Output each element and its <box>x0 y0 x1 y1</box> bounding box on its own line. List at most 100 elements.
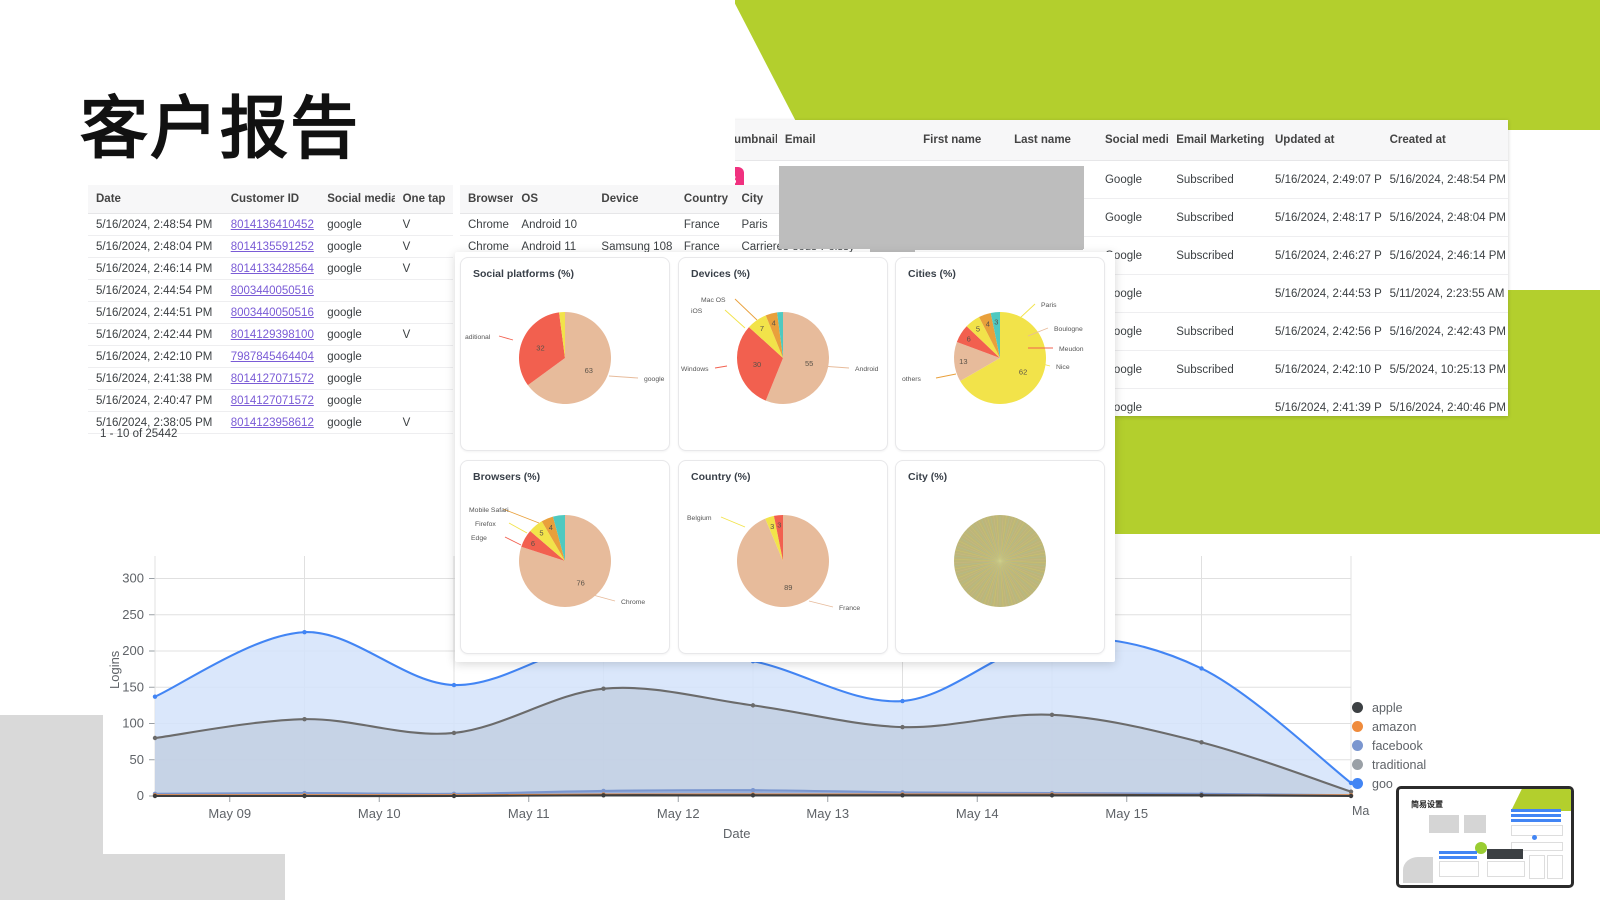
cell-customer-id[interactable]: 7987845464404 <box>223 351 320 363</box>
column-header-browser[interactable]: Browser <box>460 193 513 205</box>
legend-color-dot <box>1352 702 1363 713</box>
column-header-country[interactable]: Country <box>676 193 734 205</box>
cell-customer-id[interactable]: 8014127071572 <box>223 395 320 407</box>
cell-date: 5/16/2024, 2:44:51 PM <box>96 306 213 319</box>
pie-card-3[interactable]: Browsers (%) 76 6 5 4 Chrome Edge Firefox Mobile… <box>460 460 670 654</box>
column-header-social-media[interactable]: Social media <box>1097 134 1168 146</box>
series-point-traditional <box>152 735 158 741</box>
column-header-updated-at[interactable]: Updated at <box>1267 134 1382 146</box>
legend-label: goo <box>1372 776 1393 791</box>
pie-slice-value: 5 <box>976 325 980 334</box>
pip-bar-2 <box>1511 814 1561 817</box>
column-header-customer-id[interactable]: Customer ID <box>223 193 320 205</box>
pie-card-0[interactable]: Social platforms (%) 63 32 google aditional <box>460 257 670 451</box>
series-point-apple <box>750 793 756 798</box>
series-point-google <box>451 682 457 688</box>
column-header-created-at[interactable]: Created at <box>1382 134 1508 146</box>
pie-card-2[interactable]: Cities (%) 62 13 6 5 4 3 Paris Boulogne Meudon Nic… <box>895 257 1105 451</box>
pie-label: others <box>902 376 921 383</box>
table-row[interactable]: 5/16/2024, 2:40:47 PM 8014127071572 google <box>88 390 453 412</box>
pip-grid-1 <box>1429 815 1459 833</box>
y-tick-label: 300 <box>122 571 144 586</box>
pip-box-1 <box>1511 825 1563 836</box>
column-header-email[interactable]: Email <box>777 134 915 146</box>
table-row[interactable]: 5/16/2024, 2:41:38 PM 8014127071572 google <box>88 368 453 390</box>
cell-customer-id[interactable]: 8014127071572 <box>223 373 320 385</box>
cell-created-at: 5/16/2024, 2:40:46 PM <box>1389 401 1506 414</box>
cell-social-media: google <box>327 350 362 363</box>
table-row[interactable]: 5/16/2024, 2:42:10 PM 7987845464404 google <box>88 346 453 368</box>
cell-customer-id[interactable]: 8003440050516 <box>223 285 320 297</box>
column-header-date[interactable]: Date <box>88 193 223 205</box>
pie-svg <box>954 515 1046 607</box>
pie-card-5[interactable]: City (%) <box>895 460 1105 654</box>
column-header-last-name[interactable]: Last name <box>1006 134 1097 146</box>
pip-dark-box <box>1487 849 1523 859</box>
table-row[interactable]: 5/16/2024, 2:48:54 PM 8014136410452 google… <box>88 214 453 236</box>
table-row[interactable]: 5/16/2024, 2:44:51 PM 8003440050516 google <box>88 302 453 324</box>
pie-slice-value: 89 <box>784 583 792 592</box>
legend-item[interactable]: amazon <box>1352 717 1426 736</box>
cell-customer-id[interactable]: 8014123958612 <box>223 417 320 429</box>
pip-grey-shape <box>1403 857 1433 883</box>
pie-slice-value: 3 <box>770 522 774 531</box>
legend-color-dot <box>1352 740 1363 751</box>
pie-card-4[interactable]: Country (%) 89 3 3 France Belgium <box>678 460 888 654</box>
series-point-google <box>302 629 307 635</box>
cell-customer-id[interactable]: 8014135591252 <box>223 241 320 253</box>
column-header-first-name[interactable]: First name <box>915 134 1006 146</box>
pie-slice-value: 4 <box>772 318 776 327</box>
cell-customer-id[interactable]: 8014136410452 <box>223 219 320 231</box>
cell-updated-at: 5/16/2024, 2:42:56 PM <box>1275 325 1382 338</box>
table-row[interactable]: 5/16/2024, 2:42:44 PM 8014129398100 google… <box>88 324 453 346</box>
y-tick-label: 0 <box>137 788 144 803</box>
column-header-email-marketing[interactable]: Email Marketing <box>1168 134 1267 146</box>
cell-email-marketing: Subscribed <box>1176 211 1234 224</box>
pie-label: Windows <box>681 366 709 373</box>
column-header-os[interactable]: OS <box>513 193 593 205</box>
cell-social-media: Google <box>1104 211 1143 224</box>
pie-card-1[interactable]: Devices (%) 55 30 7 4 Android Windows iOS Mac OS <box>678 257 888 451</box>
legend-item[interactable]: apple <box>1352 698 1426 717</box>
cell-email-marketing: Subscribed <box>1176 249 1234 262</box>
cell-created-at: 5/11/2024, 2:23:55 AM <box>1389 287 1505 300</box>
pie-label: Boulogne <box>1054 326 1083 333</box>
grey-shape-bottom <box>100 852 285 900</box>
pie-label: Nice <box>1056 364 1070 371</box>
pie-label: aditional <box>465 334 491 341</box>
cell-social-media: google <box>327 372 362 385</box>
cell-customer-id[interactable]: 8014129398100 <box>223 329 320 341</box>
column-header-one-tap[interactable]: One tap <box>395 193 453 205</box>
column-header-social-media[interactable]: Social media <box>319 193 394 205</box>
cell-customer-id[interactable]: 8003440050516 <box>223 307 320 319</box>
pie-svg: 63 32 google aditional <box>465 312 665 404</box>
cell-created-at: 5/16/2024, 2:42:43 PM <box>1389 325 1506 338</box>
pie-slice-value: 3 <box>777 520 781 529</box>
legend-item[interactable]: traditional <box>1352 755 1426 774</box>
pip-thumbnail[interactable]: 简易设置 <box>1396 786 1574 888</box>
x-tick-label: May 10 <box>358 806 401 821</box>
cell-created-at: 5/16/2024, 2:48:04 PM <box>1389 211 1506 224</box>
pie-slice-value: 32 <box>536 343 544 352</box>
y-tick-label: 250 <box>122 607 144 622</box>
y-tick-label: 50 <box>130 752 144 767</box>
cell-updated-at: 5/16/2024, 2:44:53 PM <box>1275 287 1382 300</box>
cell-email-marketing: Subscribed <box>1176 363 1234 376</box>
pie-slice-value: 6 <box>967 335 971 344</box>
legend-label: apple <box>1372 700 1403 715</box>
series-point-traditional <box>1049 712 1055 717</box>
legend-label: traditional <box>1372 757 1427 772</box>
series-point-google <box>900 698 905 704</box>
pie-svg: 89 3 3 France Belgium <box>687 515 860 612</box>
table-row[interactable]: 5/16/2024, 2:48:04 PM 8014135591252 google… <box>88 236 453 258</box>
cell-customer-id[interactable]: 8014133428564 <box>223 263 320 275</box>
pip-bar-5 <box>1439 856 1477 859</box>
table-row[interactable]: 5/16/2024, 2:44:54 PM 8003440050516 <box>88 280 453 302</box>
pie-charts-panel: Social platforms (%) 63 32 google aditional D… <box>455 252 1115 662</box>
table-row[interactable]: 5/16/2024, 2:46:14 PM 8014133428564 google… <box>88 258 453 280</box>
cell-social-media: google <box>327 262 362 275</box>
legend-item[interactable]: facebook <box>1352 736 1426 755</box>
cell-email-marketing: Subscribed <box>1176 173 1234 186</box>
green-shape-top <box>730 0 1600 130</box>
column-header-device[interactable]: Device <box>593 193 676 205</box>
